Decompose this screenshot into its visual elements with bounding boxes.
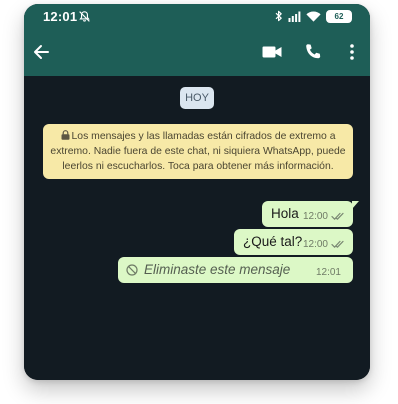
phone-icon [306, 44, 321, 59]
battery-indicator: 62 [326, 9, 352, 23]
message-text: Hola [271, 206, 299, 221]
bluetooth-icon [275, 10, 282, 22]
arrow-back-icon [34, 45, 49, 59]
message-meta: 12:00 [303, 239, 346, 250]
deleted-message-bubble[interactable]: Eliminaste este mensaje 12:01 [118, 257, 353, 283]
chat-header [24, 28, 370, 76]
status-time: 12:01 [43, 9, 78, 24]
message-meta: 12:01 [316, 267, 341, 278]
phone-screen: 12:01 62 HOY Los mensajes y las llamadas… [24, 4, 370, 380]
status-bar: 12:01 62 [24, 4, 370, 28]
signal-icon [288, 11, 301, 22]
chat-area[interactable]: HOY Los mensajes y las llamadas están ci… [24, 76, 370, 380]
do-not-disturb-icon [79, 11, 90, 22]
blocked-icon [126, 264, 138, 276]
message-time: 12:01 [315, 267, 341, 278]
wifi-icon [306, 11, 321, 22]
status-icons: 62 [275, 9, 352, 23]
message-bubble[interactable]: ¿Qué tal? 12:00 [234, 229, 353, 255]
lock-icon [61, 130, 70, 140]
message-bubble[interactable]: Hola 12:00 [262, 201, 359, 227]
encryption-notice[interactable]: Los mensajes y las llamadas están cifrad… [43, 124, 353, 179]
date-chip: HOY [180, 87, 214, 109]
videocam-icon [262, 46, 282, 58]
deleted-message-text: Eliminaste este mensaje [144, 262, 291, 277]
back-button[interactable] [28, 28, 54, 76]
more-vert-icon [350, 44, 354, 60]
encryption-notice-text: Los mensajes y las llamadas están cifrad… [50, 131, 346, 172]
video-call-button[interactable] [258, 28, 286, 76]
voice-call-button[interactable] [300, 28, 326, 76]
double-check-icon [331, 240, 344, 248]
message-time: 12:00 [302, 211, 328, 222]
bubble-tail [352, 201, 359, 209]
message-time: 12:00 [302, 239, 328, 250]
message-text: ¿Qué tal? [243, 234, 303, 249]
more-options-button[interactable] [340, 28, 364, 76]
double-check-icon [331, 212, 344, 220]
message-meta: 12:00 [303, 211, 346, 222]
